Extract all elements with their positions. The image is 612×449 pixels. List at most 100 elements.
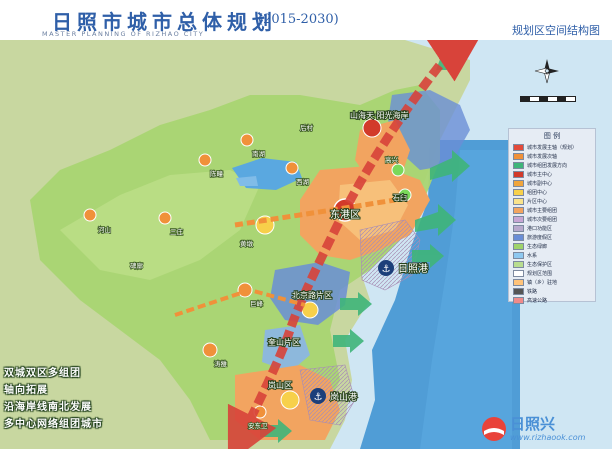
- town-center-marker: [83, 208, 97, 222]
- town-center-marker: [240, 133, 254, 147]
- legend-label: 港口功能区: [527, 226, 553, 232]
- legend-item: 生态保护区: [513, 260, 593, 269]
- label-town: 安东卫: [248, 421, 268, 430]
- legend-swatch: [513, 189, 524, 196]
- town-center-marker: [285, 161, 299, 175]
- legend-swatch: [513, 288, 524, 295]
- legend-label: 旅游度假区: [527, 235, 553, 241]
- anchor-glyph: ⚓: [314, 392, 323, 403]
- strategy-item: 多中心网络组团城市: [4, 419, 103, 430]
- legend-label: 城市组团发展方向: [527, 163, 568, 169]
- sun-logo-icon: [482, 417, 506, 441]
- map-title: 规划区空间结构图: [512, 24, 600, 37]
- legend-item: 片区中心: [513, 197, 593, 206]
- legend-swatch: [513, 252, 524, 259]
- legend-label: 组团中心: [527, 190, 548, 196]
- legend-item: 规划区范围: [513, 269, 593, 278]
- legend-item: 旅游度假区: [513, 233, 593, 242]
- legend-item: 城市副中心: [513, 179, 593, 188]
- label-shijiu: 石臼: [393, 193, 407, 202]
- legend-label: 铁路: [527, 289, 538, 295]
- legend-swatch: [513, 144, 524, 151]
- watermark-url: www.rizhaook.com: [510, 433, 586, 442]
- label-town: 高兴: [385, 155, 399, 164]
- label-beijinglu: 北京路片区: [292, 290, 332, 300]
- map-figure: 日照市城市总体规划 (2015-2030) MASTER PLANNING OF…: [0, 0, 612, 449]
- legend-swatch: [513, 279, 524, 286]
- label-town: 后村: [300, 123, 314, 132]
- legend-swatch: [513, 180, 524, 187]
- legend-items: 城市发展主轴（规划） 城市发展次轴城市组团发展方向 城市主中心城市副中心组团中心片区…: [513, 143, 593, 305]
- strategy-item: 沿海岸线南北发展: [4, 402, 92, 413]
- label-town: 巨峰: [250, 299, 264, 308]
- anchor-glyph: ⚓: [382, 264, 391, 275]
- legend-item: 城市次要组团: [513, 215, 593, 224]
- planning-years: (2015-2030): [258, 12, 339, 27]
- legend-item: 组团中心: [513, 188, 593, 197]
- legend-swatch: [513, 243, 524, 250]
- label-rizhao-port: 日照港: [398, 263, 428, 275]
- legend-label: 高速公路: [527, 298, 548, 304]
- town-center-marker: [198, 153, 212, 167]
- town-center-marker: [202, 342, 218, 358]
- legend-label: 规划区范围: [527, 271, 553, 277]
- legend-item: 水系: [513, 251, 593, 260]
- legend-swatch: [513, 162, 524, 169]
- legend-label: 生态保护区: [527, 262, 553, 268]
- legend-item: 城市发展次轴: [513, 152, 593, 161]
- strategy-item: 双城双区多组团: [4, 368, 81, 379]
- legend-item: 城市组团发展方向: [513, 161, 593, 170]
- legend-swatch: [513, 297, 524, 304]
- legend-label: 镇（乡）驻地: [527, 280, 558, 286]
- legend-swatch: [513, 207, 524, 214]
- label-kuishan: 奎山片区: [268, 337, 300, 347]
- scale-bar: [520, 96, 576, 102]
- english-subtitle: MASTER PLANNING OF RIZHAO CITY: [42, 30, 205, 38]
- title-bar: 日照市城市总体规划 (2015-2030) MASTER PLANNING OF…: [0, 0, 612, 42]
- label-town: 南湖: [252, 149, 266, 158]
- town-center-marker: [158, 211, 172, 225]
- legend-item: 高速公路: [513, 296, 593, 305]
- district-center-marker: [391, 163, 405, 177]
- legend-item: 生态绿廊: [513, 242, 593, 251]
- label-town: 黄墩: [240, 239, 254, 248]
- label-town: 西湖: [296, 177, 310, 186]
- legend-item: 港口功能区: [513, 224, 593, 233]
- label-lanshan: 岚山区: [268, 380, 292, 390]
- label-town: 河山: [98, 225, 111, 234]
- legend-label: 城市次要组团: [527, 217, 558, 223]
- legend-label: 水系: [527, 253, 538, 259]
- strategy-item: 轴向拓展: [4, 385, 48, 396]
- legend-item: 城市发展主轴（规划）: [513, 143, 593, 152]
- label-town: 碑廓: [130, 261, 144, 270]
- legend-swatch: [513, 198, 524, 205]
- legend-title: 图 例: [543, 132, 561, 140]
- legend-item: 镇（乡）驻地: [513, 278, 593, 287]
- legend-label: 城市发展次轴: [527, 154, 558, 160]
- legend-swatch: [513, 225, 524, 232]
- legend-item: 城市主要组团: [513, 206, 593, 215]
- cluster-center-marker: [280, 390, 300, 410]
- label-town: 涛雒: [214, 359, 228, 368]
- legend-swatch: [513, 261, 524, 268]
- label-lanshan-port: 岚山港: [330, 391, 357, 403]
- legend-item: 城市主中心: [513, 170, 593, 179]
- label-donggang: 东港区: [330, 208, 360, 221]
- watermark-text: 日照兴: [510, 415, 556, 433]
- north-arrow-icon: [534, 59, 559, 84]
- legend-item: 铁路: [513, 287, 593, 296]
- label-town: 陈疃: [210, 169, 224, 178]
- legend-swatch: [513, 171, 524, 178]
- legend-label: 城市主要组团: [527, 208, 558, 214]
- legend-swatch: [513, 153, 524, 160]
- legend-swatch: [513, 270, 524, 277]
- legend-label: 生态绿廊: [527, 244, 548, 250]
- sub-center-marker: [362, 118, 382, 138]
- legend-label: 城市副中心: [527, 181, 553, 187]
- map-legend: 图 例 城市发展主轴（规划） 城市发展次轴城市组团发展方向 城市主中心城市副中心组团…: [508, 128, 596, 305]
- legend-swatch: [513, 216, 524, 223]
- legend-swatch: [513, 234, 524, 241]
- legend-label: 城市主中心: [527, 172, 553, 178]
- legend-label: 片区中心: [527, 199, 548, 205]
- label-shanhaitian: 山海天·阳光海岸: [350, 110, 409, 120]
